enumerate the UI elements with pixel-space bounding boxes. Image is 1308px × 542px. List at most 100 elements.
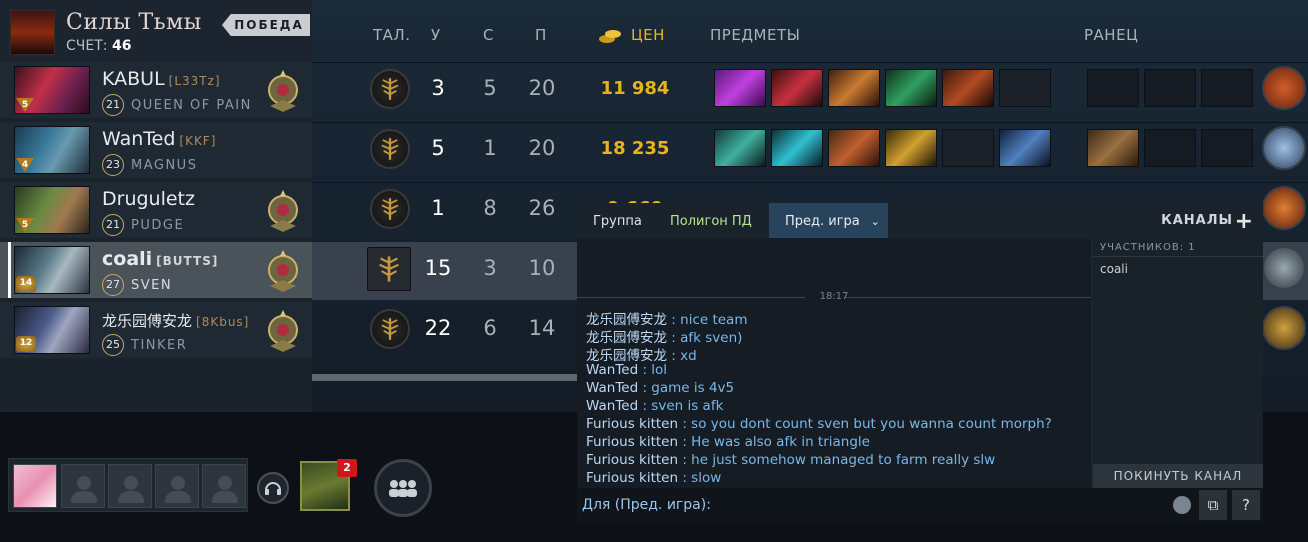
hero-name: SVEN bbox=[131, 278, 173, 293]
party-slot-empty[interactable] bbox=[155, 464, 199, 508]
chat-tab-group[interactable]: Группа bbox=[577, 203, 658, 238]
item-slot-empty[interactable] bbox=[999, 69, 1051, 107]
chat-timestamp: 18:17 bbox=[819, 291, 849, 302]
team-score: СЧЕТ: 46 bbox=[66, 38, 131, 54]
party-member-avatar[interactable] bbox=[13, 464, 57, 508]
rank-medal-icon bbox=[268, 190, 298, 232]
message-author[interactable]: Furious kitten bbox=[586, 416, 678, 432]
backpack-slot[interactable] bbox=[1087, 69, 1139, 107]
hero-level-badge: 14 bbox=[16, 276, 36, 292]
player-tag: [L33Tz] bbox=[168, 74, 221, 88]
chat-message: Furious kitten : so you dont count sven … bbox=[586, 416, 1052, 432]
player-name-text: 龙乐园傅安龙 bbox=[102, 312, 193, 330]
dire-logo-icon bbox=[10, 10, 55, 55]
backpack-slot[interactable] bbox=[1144, 69, 1196, 107]
rank-medal-icon bbox=[268, 310, 298, 352]
talent-tree-icon[interactable] bbox=[370, 309, 410, 349]
deaths-value: 5 bbox=[483, 76, 497, 100]
col-kills: У bbox=[431, 26, 441, 44]
col-items: ПРЕДМЕТЫ bbox=[710, 26, 801, 44]
item-slot[interactable] bbox=[999, 129, 1051, 167]
chat-tab-prev-game[interactable]: Пред. игра ⌄ bbox=[769, 203, 888, 238]
assists-value: 26 bbox=[528, 196, 556, 220]
item-slot[interactable] bbox=[828, 129, 880, 167]
player-name[interactable]: KABUL [L33Tz] bbox=[102, 68, 221, 90]
hero-name: TINKER bbox=[131, 338, 188, 353]
hero-name: QUEEN OF PAIN bbox=[131, 98, 252, 113]
player-row[interactable]: 5 Druguletz 21 PUDGE bbox=[0, 182, 312, 238]
player-name[interactable]: Druguletz bbox=[102, 188, 199, 210]
member-item[interactable]: coali bbox=[1100, 262, 1128, 276]
deaths-value: 1 bbox=[483, 136, 497, 160]
player-row-selected[interactable]: 14 coali [BUTTS] 27 SVEN bbox=[0, 242, 312, 298]
neutral-item-slot[interactable] bbox=[1262, 126, 1306, 170]
talent-tree-icon[interactable] bbox=[370, 189, 410, 229]
item-slot[interactable] bbox=[828, 69, 880, 107]
backpack-slot[interactable] bbox=[1201, 129, 1253, 167]
user-silhouette-icon bbox=[71, 491, 97, 503]
members-count: УЧАСТНИКОВ: 1 bbox=[1100, 242, 1196, 253]
player-level: 21 bbox=[102, 214, 124, 236]
item-slot[interactable] bbox=[771, 129, 823, 167]
score-value: 46 bbox=[111, 38, 132, 54]
player-row[interactable]: 12 龙乐园傅安龙 [8Kbus] 25 TINKER bbox=[0, 302, 312, 358]
kills-value: 22 bbox=[424, 316, 452, 340]
message-author[interactable]: Furious kitten bbox=[586, 470, 678, 486]
item-slot[interactable] bbox=[714, 69, 766, 107]
neutral-item-slot[interactable] bbox=[1262, 186, 1306, 230]
headset-icon[interactable] bbox=[257, 472, 289, 504]
party-hub-icon[interactable] bbox=[374, 459, 432, 517]
chat-tab-polygon[interactable]: Полигон ПД bbox=[654, 203, 768, 238]
item-slot-empty[interactable] bbox=[942, 129, 994, 167]
talent-tree-icon[interactable] bbox=[370, 69, 410, 109]
party-slot-empty[interactable] bbox=[108, 464, 152, 508]
player-row[interactable]: 4 WanTed [KKF] 23 MAGNUS bbox=[0, 122, 312, 178]
message-text: : xd bbox=[671, 348, 697, 364]
channels-button[interactable]: КАНАЛЫ bbox=[1161, 213, 1233, 228]
help-icon[interactable]: ? bbox=[1232, 490, 1260, 520]
item-slot[interactable] bbox=[885, 69, 937, 107]
result-badge: ПОБЕДА bbox=[222, 14, 310, 36]
channel-members: УЧАСТНИКОВ: 1 coali ПОКИНУТЬ КАНАЛ bbox=[1093, 238, 1263, 488]
player-name-text: Druguletz bbox=[102, 188, 195, 210]
backpack-slot[interactable] bbox=[1087, 129, 1139, 167]
talent-tree-icon[interactable] bbox=[370, 129, 410, 169]
message-author[interactable]: Furious kitten bbox=[586, 434, 678, 450]
neutral-item-slot[interactable] bbox=[1262, 306, 1306, 350]
message-text: : game is 4v5 bbox=[642, 380, 735, 396]
neutral-item-slot[interactable] bbox=[1262, 246, 1306, 290]
item-slot[interactable] bbox=[714, 129, 766, 167]
message-author[interactable]: WanTed bbox=[586, 398, 638, 414]
horizontal-scrollbar[interactable] bbox=[312, 374, 577, 381]
player-row[interactable]: 5 KABUL [L33Tz] 21 QUEEN OF PAIN bbox=[0, 62, 312, 118]
leave-channel-button[interactable]: ПОКИНУТЬ КАНАЛ bbox=[1093, 464, 1263, 488]
player-level: 21 bbox=[102, 94, 124, 116]
item-slot[interactable] bbox=[885, 129, 937, 167]
message-author[interactable]: Furious kitten bbox=[586, 452, 678, 468]
party-slot-empty[interactable] bbox=[202, 464, 246, 508]
player-name[interactable]: WanTed [KKF] bbox=[102, 128, 216, 150]
notification-badge: 2 bbox=[337, 459, 357, 477]
stats-row: 3 5 20 11 984 bbox=[312, 62, 1308, 120]
rank-medal-icon bbox=[268, 70, 298, 112]
neutral-item-slot[interactable] bbox=[1262, 66, 1306, 110]
deaths-value: 8 bbox=[483, 196, 497, 220]
backpack-slot[interactable] bbox=[1201, 69, 1253, 107]
item-slot[interactable] bbox=[942, 69, 994, 107]
chat-popout-icon[interactable]: ⧉ bbox=[1199, 490, 1227, 520]
gold-coins-icon bbox=[599, 30, 621, 43]
chat-input-label: Для (Пред. игра): bbox=[582, 497, 711, 513]
hero-level-badge: 12 bbox=[16, 336, 36, 352]
message-author[interactable]: WanTed bbox=[586, 362, 638, 378]
backpack-slot[interactable] bbox=[1144, 129, 1196, 167]
plus-icon[interactable]: + bbox=[1235, 209, 1253, 234]
chat-input-bar[interactable]: Для (Пред. игра): ⧉ ? bbox=[577, 488, 1263, 523]
player-name[interactable]: 龙乐园傅安龙 [8Kbus] bbox=[102, 310, 249, 331]
message-author[interactable]: WanTed bbox=[586, 380, 638, 396]
assists-value: 20 bbox=[528, 136, 556, 160]
party-slot-empty[interactable] bbox=[61, 464, 105, 508]
player-name[interactable]: coali [BUTTS] bbox=[102, 248, 218, 270]
talent-tree-icon[interactable] bbox=[367, 247, 411, 291]
item-slot[interactable] bbox=[771, 69, 823, 107]
smiley-icon[interactable] bbox=[1173, 496, 1191, 514]
